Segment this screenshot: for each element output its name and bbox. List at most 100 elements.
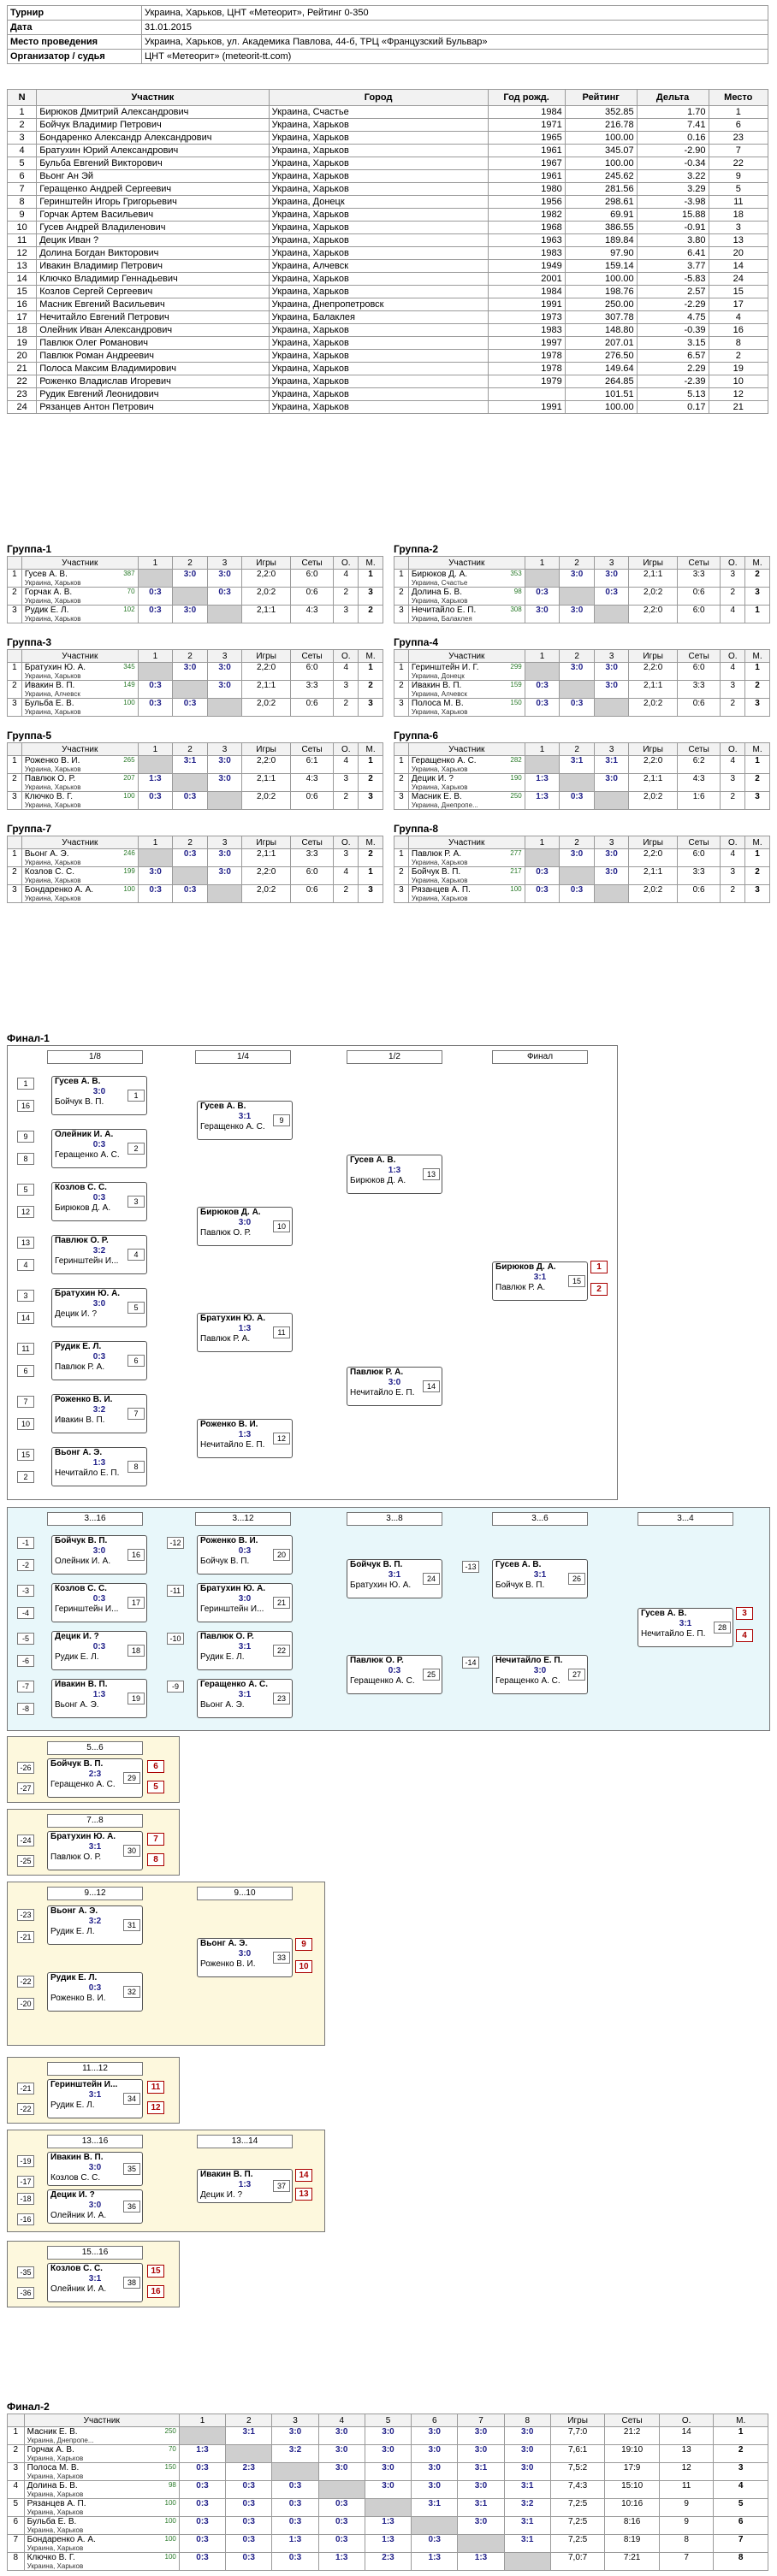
score-cell: 3:1 — [225, 2426, 273, 2445]
seed-number: 15 — [17, 1449, 34, 1461]
points-cell: 3 — [720, 773, 746, 792]
player-rating: 100 — [164, 2535, 176, 2544]
player-name: Долина Б. В. — [411, 588, 462, 598]
table-cell: Украина, Харьков — [268, 336, 489, 350]
column-header: 2 — [559, 556, 595, 570]
match-number: 8 — [128, 1461, 145, 1473]
points-cell: 2 — [720, 587, 746, 606]
player-city: Украина, Счастье — [411, 579, 468, 587]
column-header: Город — [268, 89, 489, 106]
round-header: 15...16 — [47, 2246, 143, 2260]
match-number: 35 — [123, 2163, 140, 2175]
column-header: 3 — [593, 742, 630, 756]
player-name: Павлюк Р. А. — [411, 849, 462, 860]
table-row: 13 Ивакин Владимир Петрович Украина, Алчев… — [6, 259, 769, 273]
player-a: Братухин Ю. А. — [200, 1314, 266, 1323]
final-place: 16 — [147, 2285, 164, 2298]
score-cell: 3:0 — [593, 680, 630, 699]
player-a: Роженко В. И. — [200, 1420, 258, 1429]
score-cell: 0:3 — [178, 2462, 227, 2481]
match-number: 15 — [568, 1275, 585, 1287]
score-cell — [317, 2480, 365, 2499]
seed-number: 7 — [17, 1396, 34, 1408]
column-header: О. — [333, 836, 359, 849]
header-row: Дата 31.01.2015 — [7, 20, 768, 35]
header-key: Дата — [7, 20, 142, 35]
score-cell: 3:0 — [559, 662, 595, 681]
points-cell: 2 — [720, 698, 746, 717]
table-cell: 281.56 — [564, 182, 638, 196]
table-row: 2 Бойчук Владимир Петрович Украина, Харько… — [6, 118, 769, 132]
round-header: 9...12 — [47, 1887, 143, 1900]
table-cell: 21 — [708, 400, 769, 414]
seed-number: 12 — [17, 1206, 34, 1218]
player-cell: 265 Роженко В. И. Украина, Харьков — [21, 755, 139, 774]
games-cell: 2,2:0 — [241, 569, 291, 588]
row-number: 3 — [394, 884, 409, 903]
final-place: 10 — [295, 1960, 312, 1973]
match-box-place: Вьонг А. Э. 3:0 Роженко В. И. 33 — [197, 1938, 293, 1977]
player-rating: 150 — [510, 699, 522, 707]
score-cell: 3:0 — [137, 866, 174, 885]
score-cell — [271, 2462, 319, 2481]
table-cell: 18 — [708, 208, 769, 222]
final-place: 11 — [147, 2081, 164, 2094]
player-cell: 299 Геринштейн И. Г. Украина, Донецк — [407, 662, 525, 681]
table-cell: 1971 — [487, 118, 566, 132]
match-box-place: Децик И. ? 3:0 Олейник И. А. 36 — [47, 2189, 143, 2224]
match-number: 21 — [273, 1597, 290, 1609]
games-cell: 2,1:1 — [241, 773, 291, 792]
place-cell: 2 — [744, 866, 770, 885]
score-cell: 3:1 — [503, 2480, 551, 2499]
match-box-place: Геринштейн И... 3:1 Рудик Е. Л. 34 — [47, 2079, 143, 2118]
score-cell: 3:0 — [206, 755, 243, 774]
match-box-qf: Роженко В. И. 1:3 Нечитайло Е. П. 12 — [197, 1419, 293, 1458]
match-box-place: Вьонг А. Э. 3:2 Рудик Е. Л. 31 — [47, 1905, 143, 1945]
table-cell: Украина, Балаклея — [268, 310, 489, 324]
match-number: 5 — [128, 1302, 145, 1314]
place-cell: 3 — [358, 698, 383, 717]
table-row: 12 Долина Богдан Викторович Украина, Харьк… — [6, 246, 769, 260]
column-header: Участник — [21, 556, 139, 570]
games-cell: 2,2:0 — [628, 662, 678, 681]
match-number: 38 — [123, 2277, 140, 2289]
player-rating: 100 — [123, 792, 135, 801]
player-a: Ивакин В. П. — [55, 1680, 108, 1689]
column-header: Игры — [241, 556, 291, 570]
sets-cell: 3:3 — [676, 569, 721, 588]
score-cell: 3:0 — [172, 569, 208, 588]
table-cell: 19 — [708, 362, 769, 375]
player-rating: 98 — [168, 2481, 176, 2490]
score-cell — [172, 866, 208, 885]
final-place: 7 — [147, 1833, 164, 1846]
match-number: 4 — [128, 1249, 145, 1261]
player-a: Братухин Ю. А. — [200, 1584, 266, 1593]
table-cell: Украина, Харьков — [268, 400, 489, 414]
player-rating: 345 — [123, 663, 135, 671]
table-cell: 13 — [708, 233, 769, 247]
score-cell: 3:0 — [457, 2480, 505, 2499]
score-cell — [137, 848, 174, 867]
player-rating: 387 — [123, 570, 135, 578]
column-header: 3 — [206, 742, 243, 756]
table-cell: Бирюков Дмитрий Александрович — [36, 105, 270, 119]
row-number: 2 — [7, 773, 22, 792]
table-cell: 1965 — [487, 131, 566, 145]
player-name: Горчак А. В. — [24, 588, 73, 598]
sets-cell: 7:21 — [604, 2552, 660, 2571]
score-cell: 0:3 — [178, 2552, 227, 2571]
header-key: Турнир — [7, 5, 142, 21]
points-cell: 2 — [333, 587, 359, 606]
place-cell: 3 — [744, 587, 770, 606]
player-city: Украина, Харьков — [411, 597, 468, 605]
sets-cell: 0:6 — [289, 698, 335, 717]
sets-cell: 21:2 — [604, 2426, 660, 2445]
table-cell: 298.61 — [564, 195, 638, 209]
seed-number: -19 — [17, 2155, 34, 2167]
score-cell: 3:0 — [457, 2516, 505, 2535]
points-cell: 9 — [658, 2498, 715, 2517]
score-cell: 3:0 — [559, 848, 595, 867]
row-number: 3 — [7, 605, 22, 623]
table-cell: -2.39 — [636, 375, 709, 388]
score-cell: 3:0 — [206, 680, 243, 699]
